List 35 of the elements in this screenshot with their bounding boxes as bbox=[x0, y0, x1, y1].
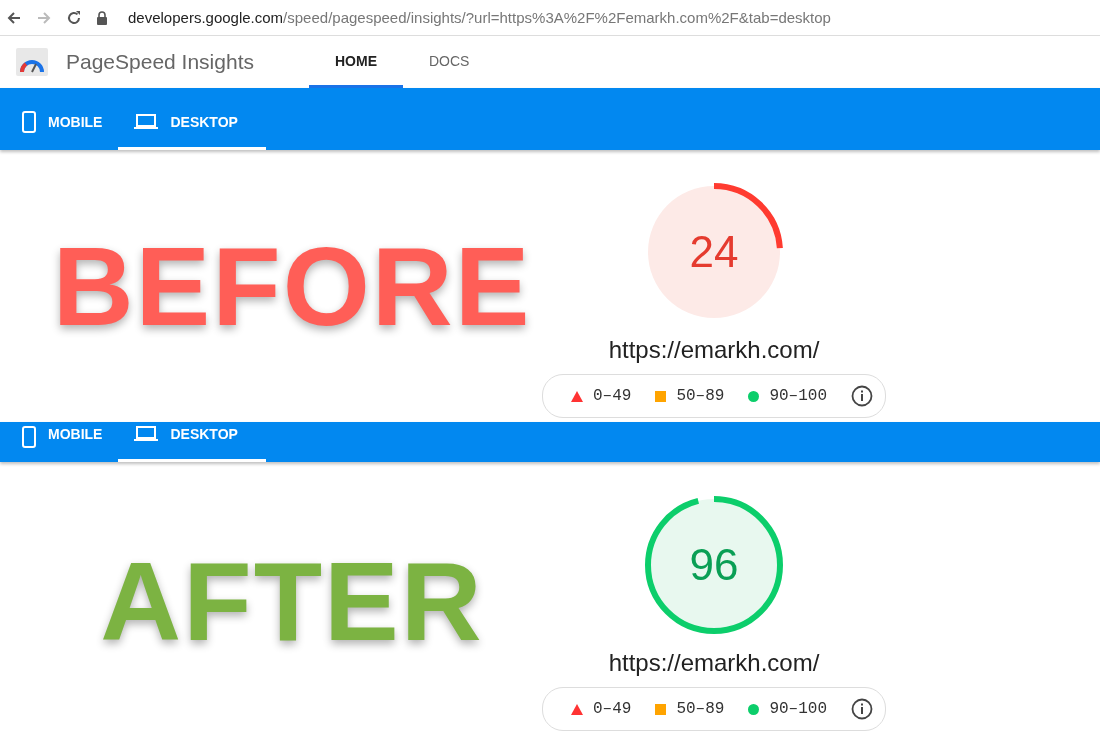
device-tab[interactable]: MOBILE bbox=[6, 88, 119, 150]
tested-url: https://emarkh.com/ bbox=[608, 336, 820, 364]
legend-label: 50–89 bbox=[676, 387, 725, 405]
legend-label: 50–89 bbox=[676, 700, 725, 718]
laptop-icon bbox=[134, 426, 159, 442]
info-icon[interactable] bbox=[851, 385, 873, 407]
score-value: 96 bbox=[689, 540, 739, 590]
legend-label: 0–49 bbox=[593, 700, 632, 718]
device-tab[interactable]: DESKTOP bbox=[118, 88, 266, 150]
square-icon bbox=[655, 390, 667, 402]
app-title: PageSpeed Insights bbox=[66, 50, 254, 74]
lock-icon bbox=[96, 10, 108, 25]
triangle-icon bbox=[571, 390, 583, 402]
score-value: 24 bbox=[689, 227, 739, 277]
info-icon[interactable] bbox=[851, 698, 873, 720]
tested-url: https://emarkh.com/ bbox=[608, 649, 820, 677]
device-tab[interactable]: DESKTOP bbox=[118, 422, 266, 462]
laptop-icon bbox=[134, 113, 159, 130]
url-text[interactable]: developers.google.com/speed/pagespeed/insights/?url=https%3A%2F%2Femarkh.com%2F&tab=desktop bbox=[128, 9, 831, 26]
legend-label: 0–49 bbox=[593, 387, 632, 405]
triangle-icon bbox=[571, 703, 583, 715]
caption-text: BEFORE bbox=[52, 222, 532, 351]
legend-label: 90–100 bbox=[769, 700, 827, 718]
legend-label: 90–100 bbox=[769, 387, 827, 405]
back-icon[interactable] bbox=[6, 9, 22, 26]
device-tab[interactable]: MOBILE bbox=[6, 422, 119, 462]
phone-icon bbox=[22, 426, 36, 448]
caption-text: AFTER bbox=[100, 537, 484, 666]
square-icon bbox=[655, 703, 667, 715]
dot-icon bbox=[748, 390, 760, 402]
nav-tab[interactable]: DOCS bbox=[403, 36, 496, 88]
phone-icon bbox=[22, 110, 36, 133]
dot-icon bbox=[748, 703, 760, 715]
reload-icon[interactable] bbox=[66, 9, 82, 26]
logo-icon bbox=[16, 48, 48, 76]
